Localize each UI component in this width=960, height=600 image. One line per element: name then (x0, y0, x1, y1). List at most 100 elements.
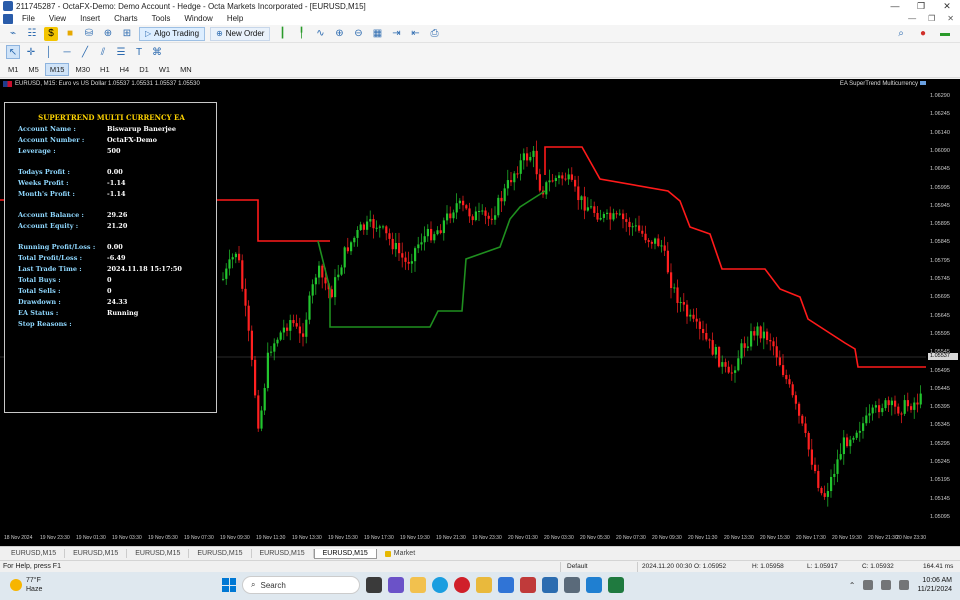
navigator-icon[interactable]: ⊕ (101, 27, 115, 41)
tf-d1[interactable]: D1 (135, 64, 153, 75)
child-restore-icon[interactable]: ❐ (928, 14, 935, 23)
folder-icon[interactable] (476, 577, 492, 593)
child-minimize-icon[interactable]: — (908, 14, 916, 23)
text-icon[interactable]: T (132, 45, 146, 59)
edge-icon[interactable] (432, 577, 448, 593)
fibonacci-icon[interactable]: ☰ (114, 45, 128, 59)
menu-file[interactable]: File (15, 14, 42, 23)
wifi-icon[interactable] (863, 580, 874, 590)
tf-h1[interactable]: H1 (96, 64, 114, 75)
menu-charts[interactable]: Charts (107, 14, 145, 23)
tf-m15[interactable]: M15 (44, 62, 70, 76)
menu-view[interactable]: View (42, 14, 73, 23)
candle-body (596, 212, 599, 220)
photos-icon[interactable] (520, 577, 536, 593)
taskbar-search[interactable]: ⌕ Search (242, 576, 360, 594)
windows-start-icon[interactable] (222, 578, 236, 592)
horizontal-line-icon[interactable]: ─ (60, 45, 74, 59)
tray-chevron-icon[interactable]: ⌃ (849, 581, 856, 590)
battery-icon[interactable] (899, 580, 910, 590)
ea-row-label: Drawdown : (18, 298, 61, 306)
zoom-out-icon[interactable]: ⊖ (351, 27, 365, 41)
child-close-icon[interactable]: ✕ (947, 14, 954, 23)
bar-chart-icon[interactable]: ┃ (275, 27, 289, 41)
templates-icon[interactable]: ☷ (25, 27, 39, 41)
candle-body (734, 370, 737, 373)
channel-icon[interactable]: ⫽ (96, 45, 110, 59)
status-profile[interactable]: Default (567, 563, 588, 570)
app-generic-icon[interactable] (564, 577, 580, 593)
chart-type-icon[interactable]: ⌁ (6, 27, 20, 41)
excel-icon[interactable] (608, 577, 624, 593)
ea-row-value: -1.14 (107, 179, 126, 187)
market-tab[interactable]: Market (377, 549, 423, 558)
autoscroll-icon[interactable]: ⇤ (408, 27, 422, 41)
price-chart[interactable]: EURUSD, M15: Euro vs US Dollar 1.05537 1… (0, 79, 960, 546)
cursor-icon[interactable]: ↖ (6, 45, 20, 59)
chart-tab[interactable]: EURUSD,M15 (189, 549, 252, 558)
opera-icon[interactable] (454, 577, 470, 593)
time-axis[interactable]: 18 Nov 2024 19 Nov 23:30 19 Nov 01:30 19 No… (0, 531, 926, 546)
clock[interactable]: 10:06 AM 11/21/2024 (917, 576, 952, 594)
child-window-icon[interactable] (3, 13, 13, 24)
tf-mn[interactable]: MN (176, 64, 196, 75)
price-tick: 1.05195 (930, 477, 950, 484)
crosshair-icon[interactable]: ✛ (24, 45, 38, 59)
chart-shift-icon[interactable]: ⇥ (389, 27, 403, 41)
candle-body (321, 265, 324, 278)
vscode-icon[interactable] (586, 577, 602, 593)
candle-body (695, 318, 698, 322)
trendline-icon[interactable]: ╱ (78, 45, 92, 59)
menu-help[interactable]: Help (220, 14, 250, 23)
menu-insert[interactable]: Insert (73, 14, 107, 23)
notifications-icon[interactable]: ● (916, 27, 930, 41)
vertical-line-icon[interactable]: │ (42, 45, 56, 59)
candle-body (513, 173, 516, 183)
screenshot-icon[interactable]: ⎙ (427, 27, 441, 41)
chart-tab[interactable]: EURUSD,M15 (313, 548, 377, 559)
candle-body (625, 219, 628, 222)
line-chart-icon[interactable]: ∿ (313, 27, 327, 41)
file-explorer-icon[interactable] (410, 577, 426, 593)
search-icon[interactable]: ⌕ (894, 27, 908, 41)
price-axis[interactable]: 1.06290 1.06245 1.06140 1.06090 1.06045 1.059… (926, 79, 960, 546)
menu-tools[interactable]: Tools (145, 14, 178, 23)
tf-m5[interactable]: M5 (24, 64, 42, 75)
chart-tab[interactable]: EURUSD,M15 (252, 549, 314, 558)
task-view-icon[interactable] (366, 577, 382, 593)
candle-body (455, 203, 458, 213)
lock-icon[interactable]: ■ (63, 27, 77, 41)
tf-m30[interactable]: M30 (71, 64, 94, 75)
tf-h4[interactable]: H4 (116, 64, 134, 75)
algo-trading-button[interactable]: ▷ Algo Trading (139, 26, 206, 41)
candle-body (609, 212, 612, 220)
chart-tab[interactable]: EURUSD,M15 (65, 549, 128, 558)
ea-row-label: EA Status : (18, 309, 59, 317)
volume-icon[interactable] (881, 580, 892, 590)
store-icon[interactable] (498, 577, 514, 593)
minimize-button[interactable]: — (882, 0, 908, 12)
close-button[interactable]: ✕ (934, 0, 960, 12)
new-order-button[interactable]: ⊕ New Order (210, 26, 271, 41)
ea-name-label[interactable]: EA SuperTrend Multicurrency (840, 81, 926, 87)
chart-tab[interactable]: EURUSD,M15 (3, 549, 66, 558)
menu-window[interactable]: Window (177, 14, 219, 23)
data-window-icon[interactable]: ⊞ (120, 27, 134, 41)
teams-icon[interactable] (388, 577, 404, 593)
zoom-in-icon[interactable]: ⊕ (332, 27, 346, 41)
market-watch-icon[interactable]: ⛁ (82, 27, 96, 41)
shapes-icon[interactable]: ⌘ (150, 45, 164, 59)
dollar-icon[interactable]: $ (44, 26, 58, 41)
tf-m1[interactable]: M1 (4, 64, 22, 75)
restore-button[interactable]: ❐ (908, 0, 934, 12)
candles-icon[interactable]: ╿ (294, 27, 308, 41)
tf-w1[interactable]: W1 (155, 64, 174, 75)
candle-body (756, 326, 759, 336)
tile-windows-icon[interactable]: ▦ (370, 27, 384, 41)
status-low: L: 1.05917 (807, 563, 838, 570)
weather-widget[interactable]: 77°F Haze (10, 576, 42, 594)
candle-body (350, 242, 353, 252)
chart-tab[interactable]: EURUSD,M15 (127, 549, 190, 558)
notepad-icon[interactable] (542, 577, 558, 593)
signal-icon[interactable]: ▬ (938, 27, 952, 41)
